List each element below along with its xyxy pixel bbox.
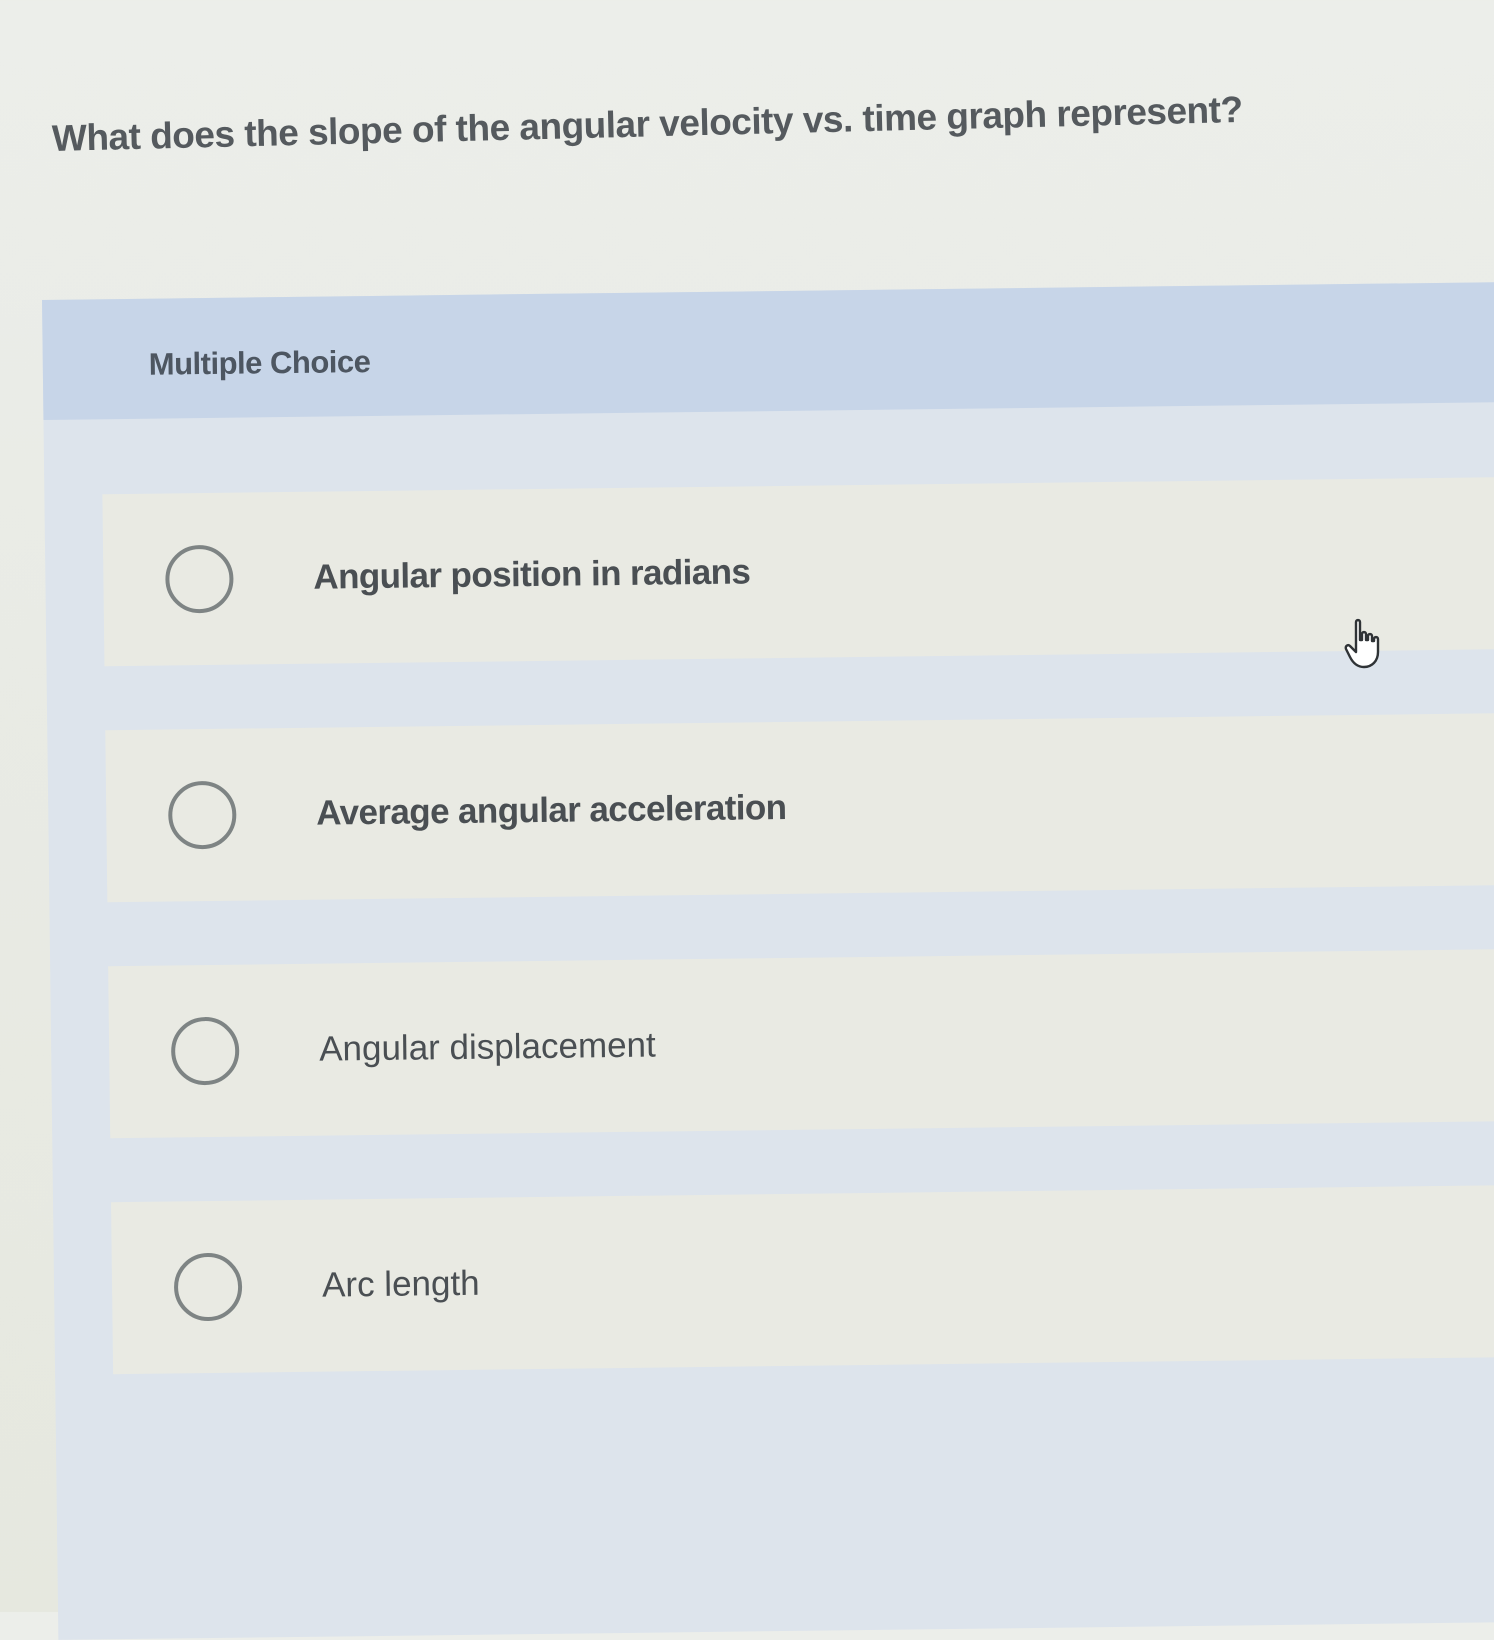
question-text: What does the slope of the angular veloc… [51, 88, 1244, 159]
answer-option-label: Average angular acceleration [316, 787, 787, 833]
radio-button-icon[interactable] [165, 544, 234, 614]
question-type-label: Multiple Choice [148, 343, 371, 382]
answer-option-label: Arc length [321, 1263, 480, 1305]
answer-option-label: Angular displacement [318, 1025, 656, 1069]
hand-pointer-icon [1344, 618, 1380, 669]
radio-button-icon[interactable] [167, 780, 237, 850]
panel-header: Multiple Choice [42, 281, 1494, 420]
quiz-page: What does the slope of the angular veloc… [0, 0, 1494, 1640]
radio-button-icon[interactable] [170, 1016, 240, 1086]
answer-option-label: Angular position in radians [313, 552, 751, 597]
answer-option-2[interactable]: Average angular acceleration [105, 712, 1494, 903]
answer-option-1[interactable]: Angular position in radians [102, 476, 1494, 667]
answer-options: Angular position in radians Average angu… [102, 476, 1494, 1438]
answer-option-3[interactable]: Angular displacement [108, 948, 1494, 1139]
answer-option-4[interactable]: Arc length [111, 1184, 1494, 1375]
radio-button-icon[interactable] [173, 1252, 243, 1322]
answer-panel: Multiple Choice Angular position in radi… [42, 281, 1494, 1640]
